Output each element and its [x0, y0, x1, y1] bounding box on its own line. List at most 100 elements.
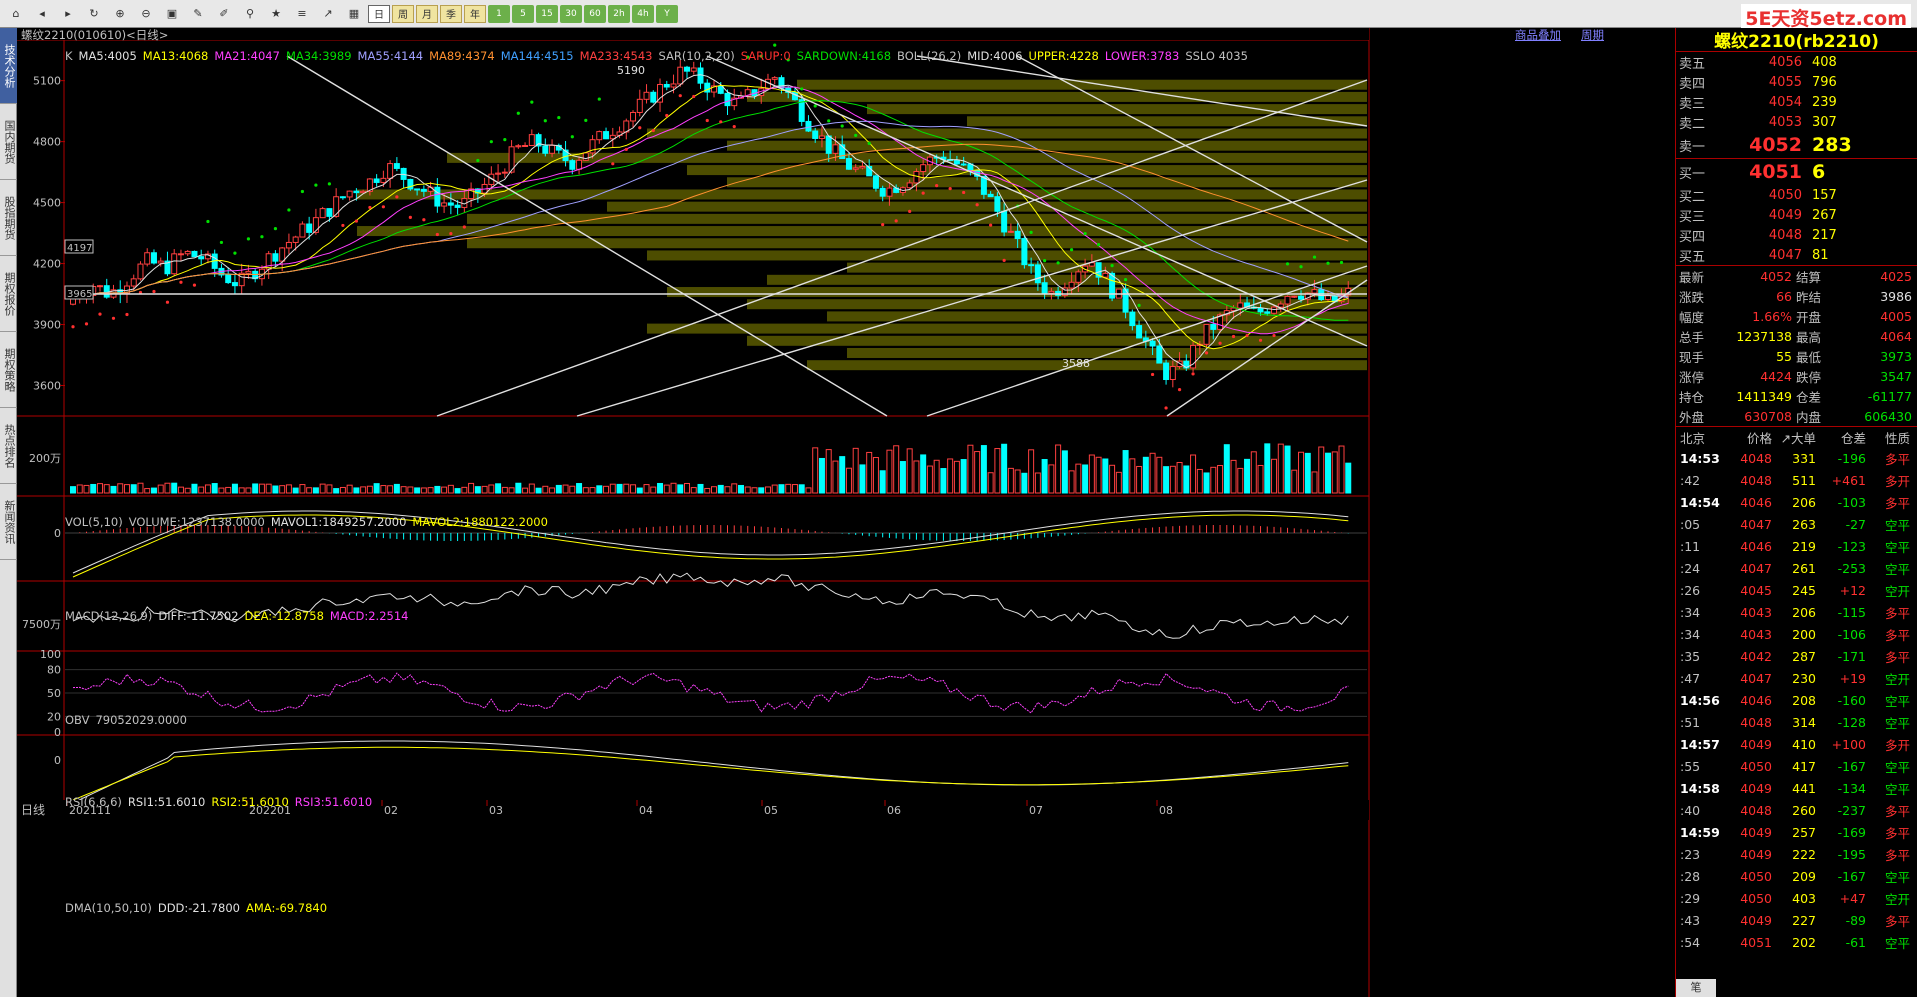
pen-icon[interactable]: ✐	[212, 3, 236, 25]
tick-nature: 空平	[1884, 759, 1910, 775]
volume-bar	[366, 485, 373, 494]
tick-diff: +47	[1839, 890, 1866, 906]
candle-body	[670, 83, 677, 88]
tick-volume: 206	[1792, 494, 1816, 510]
indicator-label: MA55:4144	[357, 49, 424, 63]
volume-bar	[839, 456, 846, 494]
period-4-button[interactable]: 年	[464, 4, 486, 23]
draw-icon[interactable]: ✎	[186, 3, 210, 25]
sar-dot	[462, 225, 466, 229]
volume-bar	[1095, 456, 1102, 494]
left-tab-4[interactable]: 期权策略	[0, 332, 17, 408]
candle-body	[171, 253, 178, 275]
volume-bar	[636, 487, 643, 494]
candle-body	[292, 236, 299, 243]
tick-volume: 206	[1792, 604, 1816, 620]
refresh-icon[interactable]: ↻	[82, 3, 106, 25]
volume-bar	[1129, 458, 1136, 494]
candle-body	[407, 178, 414, 190]
left-tab-3[interactable]: 期权报价	[0, 256, 17, 332]
candle-body	[542, 145, 549, 154]
sar-dot	[962, 190, 966, 195]
period-12-button[interactable]: Y	[656, 4, 678, 23]
period-10-button[interactable]: 2h	[608, 4, 630, 23]
volume-profile-bar	[647, 323, 1367, 334]
trend-icon[interactable]: ↗	[316, 3, 340, 25]
stat-row: 外盘 630708 内盘 606430	[1676, 406, 1917, 426]
candle-body	[285, 241, 292, 249]
tick-nature: 多平	[1884, 627, 1910, 643]
volume-bar	[522, 487, 529, 494]
volume-bar	[778, 484, 785, 494]
period-1-button[interactable]: 周	[392, 4, 414, 23]
sar-dot	[1258, 338, 1263, 342]
volume-bar	[76, 484, 83, 494]
candle-body	[441, 202, 448, 207]
tick-diff: -134	[1837, 780, 1866, 796]
chart-area[interactable]: 5100 4800 4500 4200 3900 3600 5190 3588 4197 3965…	[17, 28, 1675, 997]
new-icon[interactable]: ★	[264, 3, 288, 25]
kline-chart[interactable]: 5100 4800 4500 4200 3900 3600 5190 3588 4197 3965…	[17, 28, 1675, 997]
volume-bar	[704, 487, 711, 494]
period-2-button[interactable]: 月	[416, 4, 438, 23]
left-tab-1[interactable]: 国内期货	[0, 104, 17, 180]
home-icon[interactable]: ⌂	[4, 3, 28, 25]
tick-tab[interactable]: 笔	[1676, 979, 1716, 997]
period-11-button[interactable]: 4h	[632, 4, 654, 23]
left-tab-6[interactable]: 新闻资讯	[0, 484, 17, 560]
tick-time: :28	[1680, 868, 1701, 884]
volume-bar	[1014, 469, 1021, 494]
macd-indicator-line: MACD(12,26,9) DIFF:-11.7502 DEA:-12.8758 MA…	[65, 609, 414, 623]
indicator-label: SSLO 4035	[1185, 49, 1248, 63]
period-button[interactable]: 周期	[1581, 27, 1604, 43]
period-0-button[interactable]: 日	[368, 4, 390, 23]
candle-body	[913, 171, 920, 184]
period-5-button[interactable]: 1	[488, 4, 510, 23]
filter-icon[interactable]: ⚲	[238, 3, 262, 25]
period-8-button[interactable]: 30	[560, 4, 582, 23]
stat-label: 结算	[1796, 269, 1822, 285]
volume-bar	[198, 486, 205, 494]
tick-time: :51	[1680, 714, 1701, 730]
tick-diff: +100	[1831, 736, 1866, 752]
book-volume: 267	[1812, 207, 1837, 223]
indicator-label: DIFF:-11.7502	[158, 609, 239, 623]
volume-bar	[441, 486, 448, 494]
back-icon[interactable]: ◂	[30, 3, 54, 25]
candle-body	[1068, 281, 1075, 289]
candle-body	[603, 131, 610, 140]
period-7-button[interactable]: 15	[536, 4, 558, 23]
sar-dot	[327, 182, 331, 186]
left-tab-0[interactable]: 技术分析	[0, 28, 17, 104]
sar-dot	[921, 191, 925, 195]
tick-price: 4049	[1740, 780, 1772, 796]
left-tab-5[interactable]: 热点排名	[0, 408, 17, 484]
tick-nature: 多平	[1884, 495, 1910, 511]
tick-list[interactable]: 14:53 4048 331 -196 多平:42 4048 511 +461 多开 14:54 4…	[1676, 447, 1917, 953]
tick-col-vol: ↗大单	[1780, 430, 1816, 446]
zoom-out-icon[interactable]: ⊖	[134, 3, 158, 25]
tick-price: 4042	[1740, 648, 1772, 664]
indicator-label: DDD:-21.7800	[157, 901, 240, 915]
period-3-button[interactable]: 季	[440, 4, 462, 23]
book-label: 卖一	[1679, 139, 1706, 155]
list-icon[interactable]: ≡	[290, 3, 314, 25]
volume-bar	[906, 448, 913, 494]
forward-icon[interactable]: ▸	[56, 3, 80, 25]
book-volume: 81	[1812, 247, 1829, 263]
indicator-label: VOL(5,10)	[65, 515, 123, 529]
tick-row: :42 4048 511 +461 多开	[1676, 469, 1917, 491]
x-axis-period: 日线	[21, 803, 45, 817]
candle-body	[1034, 264, 1041, 284]
candle-body	[434, 186, 441, 207]
left-tab-2[interactable]: 股指期货	[0, 180, 17, 256]
stat-value: 4025	[1880, 268, 1912, 284]
candle-body	[380, 177, 387, 183]
period-9-button[interactable]: 60	[584, 4, 606, 23]
chart-icon[interactable]: ▦	[342, 3, 366, 25]
overlay-button[interactable]: 商品叠加	[1515, 27, 1561, 43]
window-icon[interactable]: ▣	[160, 3, 184, 25]
volume-bar	[1325, 452, 1332, 494]
zoom-in-icon[interactable]: ⊕	[108, 3, 132, 25]
period-6-button[interactable]: 5	[512, 4, 534, 23]
